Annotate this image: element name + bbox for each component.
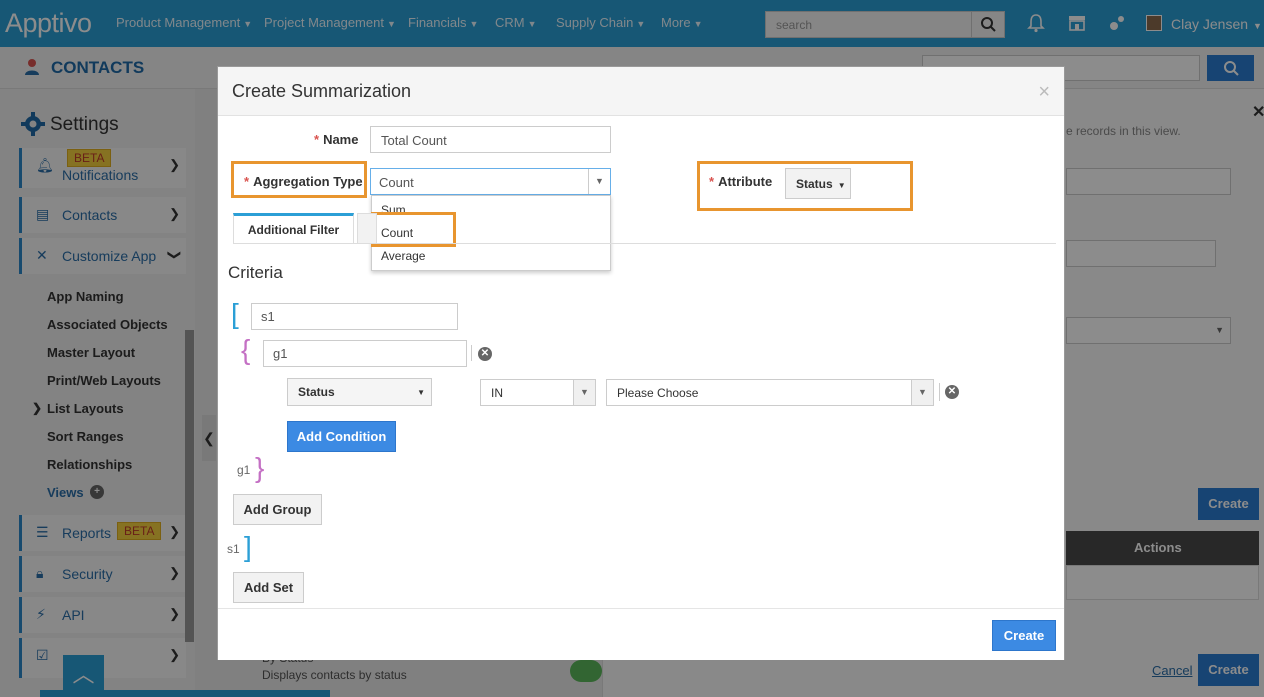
chevron-down-icon: ▼ <box>911 380 933 405</box>
condition-operator-select[interactable]: IN ▼ <box>480 379 596 406</box>
modal-footer: Create <box>218 608 1064 660</box>
chevron-down-icon: ▼ <box>417 388 425 397</box>
set-close-label: s1 <box>227 542 240 556</box>
condition-field-select[interactable]: Status ▼ <box>287 378 432 406</box>
add-set-button[interactable]: Add Set <box>233 572 304 603</box>
close-icon[interactable]: × <box>1038 81 1050 104</box>
tab-secondary[interactable] <box>357 213 377 244</box>
aggregation-type-label: * Aggregation Type <box>244 174 363 189</box>
group-name-input[interactable]: g1 <box>263 340 467 367</box>
divider <box>939 383 940 401</box>
option-average[interactable]: Average <box>381 249 425 263</box>
add-condition-button[interactable]: Add Condition <box>287 421 396 452</box>
highlight-count-option <box>371 212 456 247</box>
add-group-button[interactable]: Add Group <box>233 494 322 525</box>
set-open-bracket: [ <box>231 298 239 329</box>
attribute-label: * Attribute <box>709 174 773 189</box>
set-name-input[interactable]: s1 <box>251 303 458 330</box>
group-open-bracket: { <box>241 334 251 365</box>
create-button[interactable]: Create <box>992 620 1056 651</box>
chevron-down-icon: ▼ <box>837 181 846 190</box>
chevron-down-icon: ▼ <box>573 380 595 405</box>
chevron-down-icon: ▼ <box>588 169 610 194</box>
modal-header: Create Summarization × <box>218 67 1064 116</box>
tab-divider <box>233 243 1056 244</box>
name-input[interactable]: Total Count <box>370 126 611 153</box>
create-summarization-modal: Create Summarization × * Name Total Count… <box>217 66 1065 660</box>
remove-condition-icon[interactable]: ✕ <box>945 385 959 399</box>
remove-group-icon[interactable]: ✕ <box>478 347 492 361</box>
modal-title: Create Summarization <box>232 81 412 101</box>
group-close-bracket: } <box>255 452 265 483</box>
aggregation-type-select[interactable]: Count ▼ <box>370 168 611 195</box>
criteria-title: Criteria <box>228 263 283 282</box>
name-label: * Name <box>314 132 359 147</box>
divider <box>471 345 472 361</box>
group-close-label: g1 <box>237 463 251 477</box>
set-close-bracket: ] <box>244 531 252 562</box>
attribute-select[interactable]: Status ▼ <box>785 168 851 199</box>
tab-additional-filter[interactable]: Additional Filter <box>233 213 354 244</box>
condition-value-select[interactable]: Please Choose ▼ <box>606 379 934 406</box>
